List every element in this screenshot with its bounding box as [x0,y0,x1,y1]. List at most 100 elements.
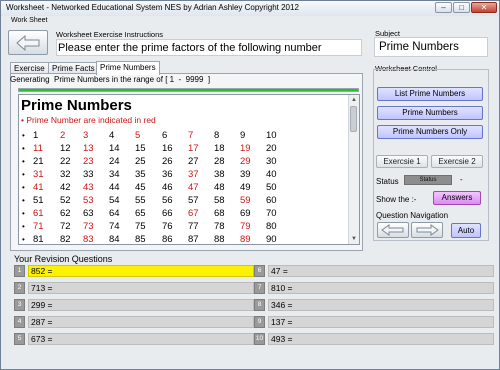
prime-number-cell: 43 [83,182,94,193]
minimize-button[interactable]: – [435,2,452,13]
question-number: 10 [254,333,265,345]
number-grid-row: • 51 52 53 54 55 56 57 58 59 60 [19,194,349,207]
auto-button[interactable]: Auto [451,223,481,238]
scroll-down-icon[interactable]: ▼ [349,234,359,244]
next-question-button[interactable] [411,222,443,238]
question-number: 4 [14,316,25,328]
answers-button[interactable]: Answers [433,191,481,205]
question-navigation-label: Question Navigation [376,211,449,220]
exercise-1-button[interactable]: Exercsie 1 [376,155,428,168]
range-text: Generating Prime Numbers in the range of… [10,75,211,84]
number-grid-row: • 71 72 73 74 75 76 77 78 79 80 [19,220,349,233]
exercise-2-button[interactable]: Exercsie 2 [431,155,483,168]
number-cell: 80 [266,221,277,232]
number-cell: 82 [60,234,71,245]
status-label: Status [376,177,399,186]
answer-field[interactable]: 299 = [28,299,254,311]
scroll-up-icon[interactable]: ▲ [349,95,359,105]
number-cell: 49 [240,182,251,193]
number-cell: 4 [109,130,115,141]
number-cell: 38 [214,169,225,180]
scroll-thumb[interactable] [350,106,357,132]
number-cell: 66 [162,208,173,219]
number-cell: 78 [214,221,225,232]
number-grid-row: • 41 42 43 44 45 46 47 48 49 50 [19,181,349,194]
generation-progress-bar [18,88,359,92]
number-cell: 58 [214,195,225,206]
close-button[interactable]: ✕ [471,2,497,13]
number-cell: 74 [109,221,120,232]
instructions-label: Worksheet Exercise Instructions [56,30,163,39]
number-cell: 76 [162,221,173,232]
question-number: 6 [254,265,265,277]
row-bullet: • [22,196,25,205]
prime-numbers-list[interactable]: Prime Numbers • Prime Number are indicat… [18,94,360,245]
answer-field[interactable]: 852 = [28,265,254,277]
number-cell: 52 [60,195,71,206]
number-cell: 32 [60,169,71,180]
answer-field[interactable]: 493 = [268,333,494,345]
question-number: 5 [14,333,25,345]
number-cell: 55 [135,195,146,206]
prime-number-cell: 83 [83,234,94,245]
number-grid-row: • 1 2 3 4 5 6 7 8 9 10 [19,129,349,142]
window-title: Worksheet - Networked Educational System… [6,3,299,12]
number-cell: 36 [162,169,173,180]
number-cell: 68 [214,208,225,219]
prime-number-cell: 47 [188,182,199,193]
number-cell: 64 [109,208,120,219]
previous-question-button[interactable] [377,222,409,238]
number-cell: 50 [266,182,277,193]
answer-field[interactable]: 713 = [28,282,254,294]
menu-work-sheet[interactable]: Work Sheet [11,17,47,24]
row-bullet: • [22,222,25,231]
number-cell: 81 [33,234,44,245]
vertical-scrollbar[interactable]: ▲ ▼ [348,95,359,244]
number-cell: 65 [135,208,146,219]
number-cell: 51 [33,195,44,206]
maximize-button[interactable]: □ [453,2,470,13]
show-label: Show the :- [376,195,417,204]
prime-number-cell: 53 [83,195,94,206]
answer-field[interactable]: 287 = [28,316,254,328]
prime-number-cell: 23 [83,156,94,167]
number-cell: 30 [266,156,277,167]
number-cell: 21 [33,156,44,167]
number-cell: 57 [188,195,199,206]
prime-number-cell: 41 [33,182,44,193]
answer-field[interactable]: 673 = [28,333,254,345]
answer-field[interactable]: 47 = [268,265,494,277]
title-bar[interactable]: Worksheet - Networked Educational System… [1,1,499,17]
prime-number-cell: 17 [188,143,199,154]
back-button[interactable] [8,30,48,55]
number-cell: 35 [135,169,146,180]
prime-numbers-button[interactable]: Prime Numbers [377,106,483,120]
prime-list-title: Prime Numbers [21,97,132,114]
prime-number-cell: 73 [83,221,94,232]
number-cell: 48 [214,182,225,193]
number-grid-row: • 81 82 83 84 85 86 87 88 89 90 [19,233,349,245]
answer-field[interactable]: 810 = [268,282,494,294]
status-value: - [460,175,463,184]
prime-number-cell: 5 [135,130,141,141]
number-cell: 60 [266,195,277,206]
list-prime-numbers-button[interactable]: List Prime Numbers [377,87,483,101]
prime-number-cell: 2 [60,130,66,141]
question-number: 8 [254,299,265,311]
prime-numbers-only-button[interactable]: Prime Numbers Only [377,125,483,139]
row-bullet: • [22,131,25,140]
number-cell: 72 [60,221,71,232]
number-cell: 40 [266,169,277,180]
tab-prime-numbers[interactable]: Prime Numbers [96,61,160,75]
number-grid-row: • 61 62 63 64 65 66 67 68 69 70 [19,207,349,220]
number-cell: 34 [109,169,120,180]
row-bullet: • [22,183,25,192]
number-grid-row: • 21 22 23 24 25 26 27 28 29 30 [19,155,349,168]
number-cell: 16 [162,143,173,154]
number-cell: 33 [83,169,94,180]
answer-field[interactable]: 346 = [268,299,494,311]
question-number: 7 [254,282,265,294]
number-cell: 77 [188,221,199,232]
prime-list-note: • Prime Number are indicated in red [21,115,156,125]
answer-field[interactable]: 137 = [268,316,494,328]
